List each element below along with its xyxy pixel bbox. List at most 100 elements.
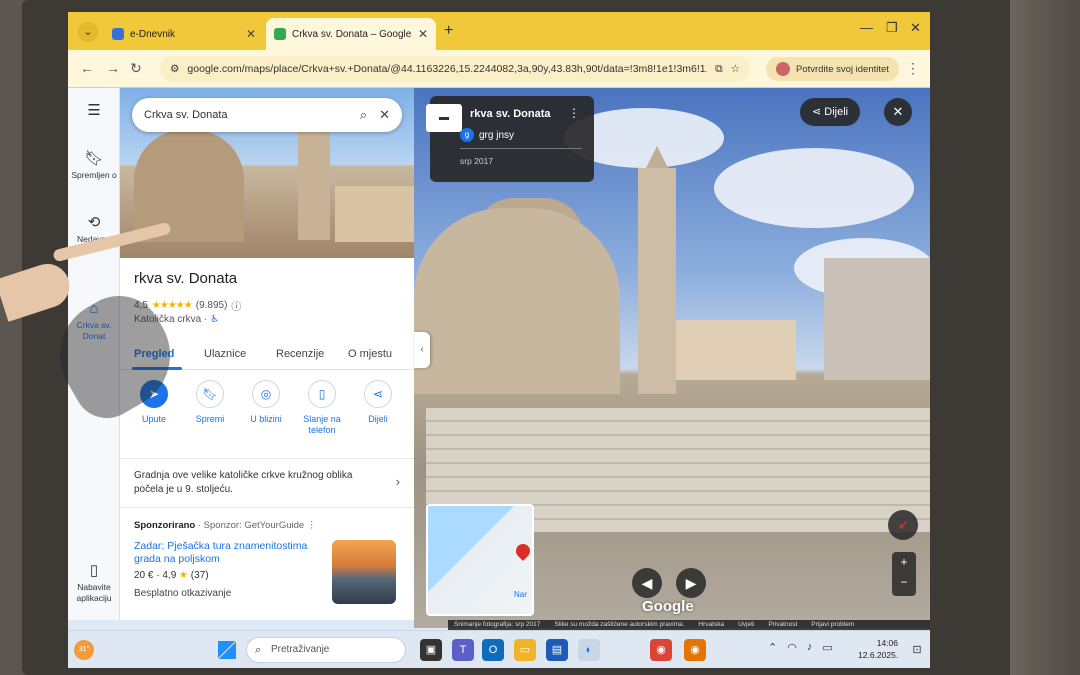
outlook-icon[interactable]: O	[482, 639, 504, 661]
card-title: rkva sv. Donata	[470, 108, 551, 120]
google-logo: Google	[642, 598, 694, 615]
task-view-icon[interactable]: ▣	[420, 639, 442, 661]
accessibility-icon: ♿︎	[210, 314, 220, 325]
identity-button[interactable]: Potvrdite svoj identitet	[766, 57, 899, 81]
teams-icon[interactable]: T	[452, 639, 474, 661]
send-to-phone-button[interactable]: ▯ Slanje na telefon	[292, 380, 352, 436]
action-label: Dijeli	[368, 414, 388, 424]
tab-reviews[interactable]: Recenzije	[276, 348, 324, 360]
more-options-icon[interactable]: ⋮	[568, 106, 580, 120]
nearby-button[interactable]: ◎ U blizini	[236, 380, 296, 425]
minimize-icon[interactable]: —	[860, 20, 873, 35]
review-count: (9.895)	[195, 300, 228, 311]
share-icon: ⋖	[364, 380, 392, 408]
info-icon[interactable]: ⓘ	[231, 298, 241, 313]
rail-get-app[interactable]: ▯ Nabavite aplikaciju	[68, 562, 120, 604]
windows-start-icon[interactable]	[218, 641, 236, 659]
clear-search-icon[interactable]: ✕	[379, 107, 390, 123]
zoom-in-icon[interactable]: +	[892, 552, 916, 572]
tab-about[interactable]: O mjestu	[348, 348, 392, 360]
close-icon[interactable]: ✕	[246, 27, 256, 41]
clock[interactable]: 14:06 12.6.2025.	[858, 637, 898, 661]
rotunda-shape	[414, 208, 620, 394]
tab-e-dnevnik[interactable]: e-Dnevnik ✕	[104, 18, 264, 50]
place-description[interactable]: Gradnja ove velike katoličke crkve kružn…	[120, 458, 414, 508]
reload-icon[interactable]: ↻	[130, 60, 142, 77]
back-icon[interactable]: ←	[80, 60, 94, 76]
maximize-icon[interactable]: ❐	[886, 20, 898, 36]
tour-review-count: (37)	[190, 570, 209, 581]
footer-terms-link[interactable]: Uvjeti	[738, 620, 754, 630]
minimap[interactable]: Nar	[426, 504, 534, 616]
site-info-icon[interactable]: ⚙	[170, 63, 179, 75]
edge-icon[interactable]: ◐	[578, 639, 600, 661]
pan-left-icon[interactable]: ◀	[632, 568, 662, 598]
card-thumbnail-icon[interactable]: ▬	[426, 104, 462, 132]
close-window-icon[interactable]: ✕	[910, 20, 921, 36]
close-icon[interactable]: ✕	[418, 27, 428, 41]
phone-icon: ▯	[89, 562, 99, 579]
share-button[interactable]: ⋖ Dijeli	[348, 380, 408, 425]
bookmark-star-icon[interactable]: ☆	[731, 63, 740, 75]
share-icon: ⋖	[812, 106, 822, 118]
forward-icon[interactable]: →	[106, 60, 120, 76]
share-button[interactable]: ⋖ Dijeli	[800, 98, 861, 126]
search-input[interactable]: Crkva sv. Donata ⌕ ✕	[132, 98, 402, 132]
footer-privacy-link[interactable]: Privatnost	[768, 620, 797, 630]
tab-label: Crkva sv. Donata – Google karte	[292, 28, 412, 40]
volume-icon[interactable]: ♪	[807, 641, 813, 654]
rail-label: Nabavite aplikaciju	[76, 582, 112, 603]
street-view-footer: Snimanje fotografija: srp 2017 Slike su …	[448, 620, 930, 630]
chrome-icon[interactable]: ◉	[650, 639, 672, 661]
notifications-icon[interactable]: ⊡	[906, 639, 928, 661]
file-explorer-icon[interactable]: ▭	[514, 639, 536, 661]
tab-google-maps[interactable]: Crkva sv. Donata – Google karte ✕	[266, 18, 436, 50]
tour-link[interactable]: Zadar: Pješačka tura znamenitostima grad…	[134, 540, 324, 566]
description-text: Gradnja ove velike katoličke crkve kružn…	[134, 470, 353, 495]
bell-tower-shape	[298, 124, 330, 240]
search-icon[interactable]: ⌕	[360, 107, 367, 123]
close-street-view-icon[interactable]: ✕	[884, 98, 912, 126]
collapse-panel-icon[interactable]: ‹	[414, 332, 430, 368]
search-icon: ⌕	[255, 644, 262, 656]
cloud-shape	[714, 148, 914, 228]
new-tab-icon[interactable]: +	[444, 22, 453, 40]
more-menu-icon[interactable]: ⋮	[906, 60, 920, 77]
building-shape	[335, 186, 414, 242]
clock-time: 14:06	[876, 638, 898, 648]
tour-thumbnail[interactable]	[332, 540, 396, 604]
store-icon[interactable]: ▤	[546, 639, 568, 661]
tab-search-icon[interactable]: ⌄	[78, 22, 98, 42]
tab-strip: ⌄ e-Dnevnik ✕ Crkva sv. Donata – Google …	[68, 12, 930, 50]
footer-capture-date: Snimanje fotografija: srp 2017	[454, 621, 541, 628]
nearby-icon: ◎	[252, 380, 280, 408]
tab-tickets[interactable]: Ulaznice	[204, 348, 246, 360]
compass-icon[interactable]: ➶	[888, 510, 918, 540]
browser-toolbar: ← → ↻ ⚙ google.com/maps/place/Crkva+sv.+…	[68, 50, 930, 88]
phone-send-icon: ▯	[308, 380, 336, 408]
maps-favicon-icon	[274, 28, 286, 40]
menu-icon[interactable]: ☰	[68, 102, 120, 122]
chrome-profile-icon[interactable]: ◉	[684, 639, 706, 661]
e-dnevnik-favicon-icon	[112, 28, 124, 40]
sponsored-label: Sponzorirano	[134, 520, 196, 531]
battery-icon[interactable]: ▭	[822, 641, 832, 654]
footer-report-link[interactable]: Prijavi problem	[811, 620, 854, 630]
zoom-out-icon[interactable]: −	[892, 572, 916, 592]
wifi-icon[interactable]: ◠	[787, 641, 797, 654]
address-bar[interactable]: ⚙ google.com/maps/place/Crkva+sv.+Donata…	[160, 56, 750, 82]
rail-saved[interactable]: 🔖︎ Spremljen o	[68, 150, 120, 181]
search-value: Crkva sv. Donata	[144, 109, 228, 121]
contributor[interactable]: g grg jnsy	[460, 128, 514, 142]
identity-label: Potvrdite svoj identitet	[796, 63, 889, 75]
footer-country[interactable]: Hrvatska	[698, 620, 724, 630]
action-label: Spremi	[195, 414, 225, 424]
install-app-icon[interactable]: ⧉	[715, 63, 723, 76]
more-options-icon[interactable]: ⋮	[307, 520, 317, 531]
weather-widget[interactable]: 31°	[74, 640, 94, 660]
taskbar-search[interactable]: ⌕ Pretraživanje	[246, 637, 406, 663]
pan-right-icon[interactable]: ▶	[676, 568, 706, 598]
chevron-right-icon: ›	[395, 474, 400, 489]
chevron-up-icon[interactable]: ⌃	[768, 641, 777, 654]
save-button[interactable]: 🔖︎ Spremi	[180, 380, 240, 425]
